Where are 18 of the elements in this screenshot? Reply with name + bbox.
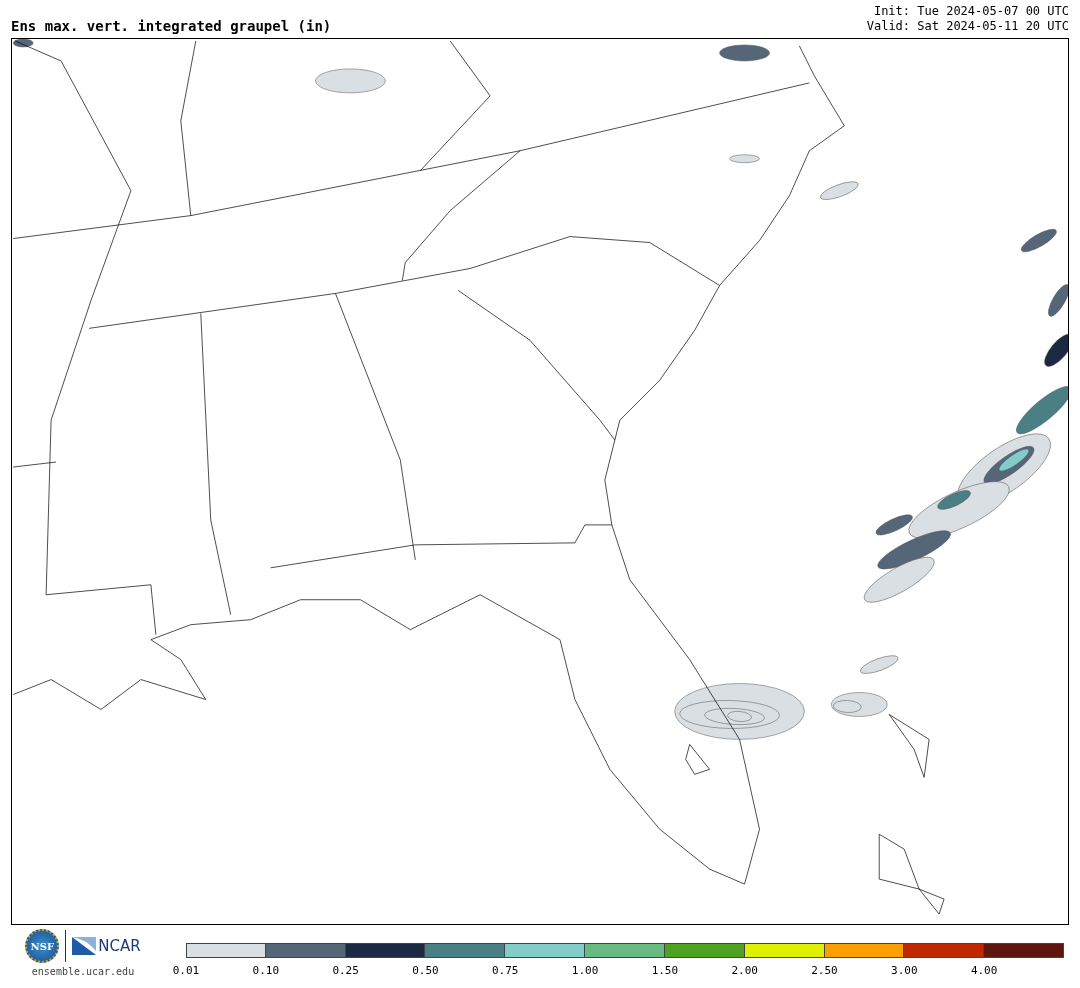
colorbar-label: 0.25 [332,964,359,977]
nsf-logo: NSF [25,929,60,963]
init-time: Init: Tue 2024-05-07 00 UTC [873,4,1069,19]
colorbar-label: 0.75 [492,964,519,977]
colorbar-label: 2.00 [731,964,758,977]
colorbar-label: 3.00 [891,964,918,977]
colorbar-label: 2.50 [811,964,838,977]
ncar-logo-text: NCAR [98,937,141,955]
colorbar-label: 1.00 [571,964,599,977]
colorbar-label: 0.01 [172,964,200,977]
ncar-swoosh-icon [72,937,97,955]
chart-title: Ens max. vert. integrated graupel (in) [11,18,332,34]
colorbar-label: 1.50 [651,964,679,977]
website-url: ensemble.ucar.edu [31,966,135,977]
colorbar-label: 4.00 [970,964,998,977]
valid-time: Valid: Sat 2024-05-11 20 UTC [866,19,1069,34]
colorbar-label: 0.50 [412,964,439,977]
colorbar-label: 0.10 [252,964,280,977]
